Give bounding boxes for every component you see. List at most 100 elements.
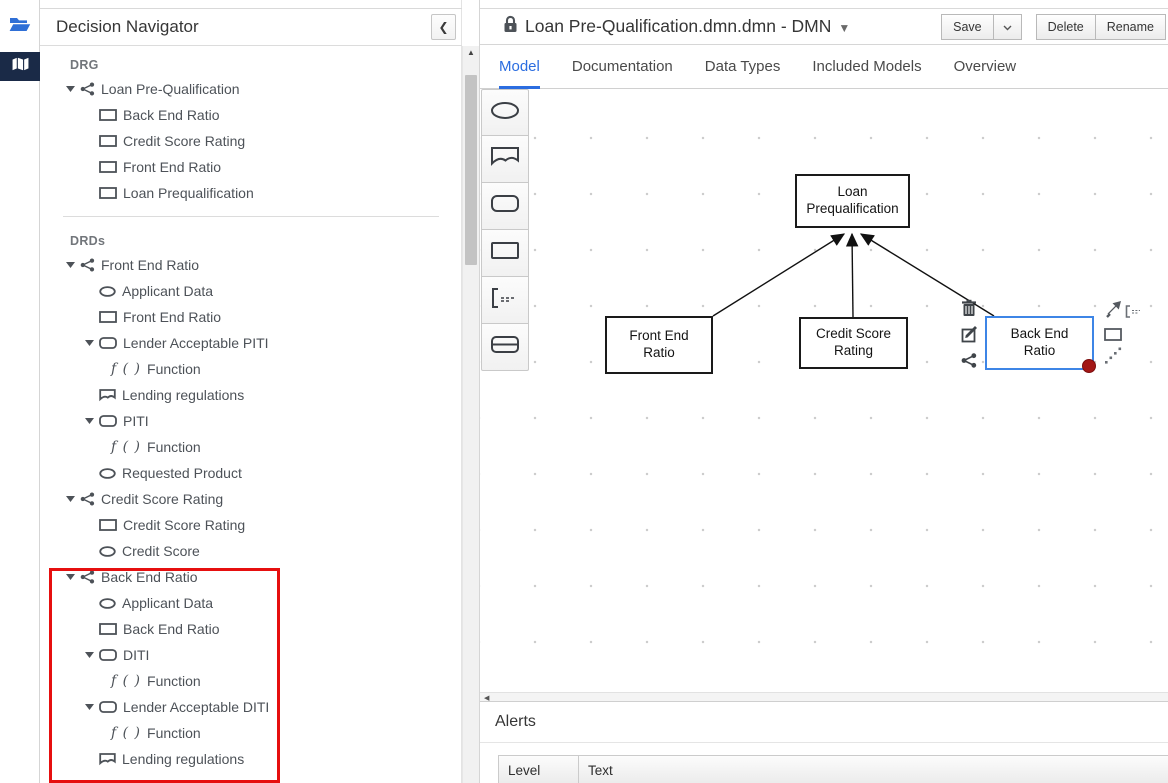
delete-button[interactable]: Delete <box>1036 14 1096 40</box>
tab-model[interactable]: Model <box>499 45 540 89</box>
tree-item-loan-prequalification[interactable]: Loan Prequalification <box>40 180 462 206</box>
dmn-diagram-canvas[interactable]: Loan Prequalification Front End Ratio Cr… <box>480 89 1168 692</box>
decision-navigator-panel: Decision Navigator ❮ DRGLoan Pre-Qualifi… <box>40 0 462 783</box>
tree-item-requested-product[interactable]: Requested Product <box>40 460 462 486</box>
tree-item-label: Back End Ratio <box>123 621 220 637</box>
input-icon <box>99 598 116 609</box>
column-header-text[interactable]: Text <box>579 756 1168 783</box>
tree-item-function[interactable]: f ( )Function <box>40 434 462 460</box>
connector-icon[interactable] <box>960 351 978 369</box>
tree-item-applicant-data[interactable]: Applicant Data <box>40 278 462 304</box>
tree-item-back-end-ratio[interactable]: Back End Ratio <box>40 616 462 642</box>
tree-item-credit-score-rating[interactable]: Credit Score Rating <box>40 512 462 538</box>
tree-item-label: Credit Score Rating <box>123 133 245 149</box>
decision-icon <box>99 187 117 199</box>
scrollbar-thumb[interactable] <box>465 75 477 265</box>
column-header-level[interactable]: Level <box>499 756 579 783</box>
scrollbar-up-arrow-icon[interactable]: ▲ <box>463 46 479 59</box>
title-chevron-down-icon[interactable]: ▼ <box>838 21 850 35</box>
tree-item-label: Loan Pre-Qualification <box>101 81 240 97</box>
lock-icon <box>503 15 518 38</box>
decision-navigator-header: Decision Navigator ❮ <box>40 8 462 46</box>
left-icon-rail <box>0 0 40 783</box>
input-icon <box>99 286 116 297</box>
tab-overview[interactable]: Overview <box>954 45 1017 89</box>
decision-icon <box>99 311 117 323</box>
decision-icon <box>99 135 117 147</box>
section-label-drds: DRDs <box>40 230 462 252</box>
tree-item-back-end-ratio[interactable]: Back End Ratio <box>40 102 462 128</box>
tree-item-label: Front End Ratio <box>101 257 199 273</box>
tree-item-lender-acceptable-diti[interactable]: Lender Acceptable DITI <box>40 694 462 720</box>
add-text-annotation-icon[interactable] <box>1125 305 1143 323</box>
node-credit-score-rating[interactable]: Credit Score Rating <box>799 317 908 369</box>
caret-down-icon[interactable] <box>66 86 80 92</box>
tree-item-label: Requested Product <box>122 465 242 481</box>
knowledge-icon <box>99 389 116 402</box>
document-title-area[interactable]: Loan Pre-Qualification.dmn.dmn - DMN ▼ <box>480 15 850 38</box>
function-icon: f ( ) <box>111 439 141 455</box>
canvas-horizontal-scrollbar[interactable]: ◀ <box>480 692 1168 701</box>
project-explorer-button[interactable] <box>0 12 40 42</box>
tree-item-label: Lender Acceptable DITI <box>123 699 269 715</box>
alerts-divider <box>480 742 1168 743</box>
tree-item-label: Applicant Data <box>122 283 213 299</box>
tree-item-lending-regulations[interactable]: Lending regulations <box>40 382 462 408</box>
document-title: Loan Pre-Qualification.dmn.dmn - DMN <box>525 16 831 37</box>
bkm-icon <box>99 701 117 713</box>
tree-item-front-end-ratio[interactable]: Front End Ratio <box>40 252 462 278</box>
tree-item-lending-regulations[interactable]: Lending regulations <box>40 746 462 772</box>
node-back-end-ratio-selected[interactable]: Back End Ratio <box>985 316 1094 370</box>
navigator-scrollbar[interactable]: ▲ <box>462 46 479 783</box>
tab-data-types[interactable]: Data Types <box>705 45 781 89</box>
caret-down-icon[interactable] <box>66 262 80 268</box>
tree-item-label: Function <box>147 673 201 689</box>
tree-item-function[interactable]: f ( )Function <box>40 668 462 694</box>
map-icon <box>11 56 30 77</box>
tree-item-label: Credit Score Rating <box>123 517 245 533</box>
bkm-icon <box>99 415 117 427</box>
dashed-connector-icon[interactable] <box>1104 347 1122 370</box>
tree-item-piti[interactable]: PITI <box>40 408 462 434</box>
graph-icon <box>80 258 95 272</box>
create-connection-arrow-icon[interactable] <box>1104 300 1122 323</box>
tree-item-credit-score-rating[interactable]: Credit Score Rating <box>40 486 462 512</box>
tree-item-label: Function <box>147 361 201 377</box>
decision-navigator-button[interactable] <box>0 52 40 81</box>
node-front-end-ratio[interactable]: Front End Ratio <box>605 316 713 374</box>
caret-down-icon[interactable] <box>85 340 99 346</box>
tree-item-function[interactable]: f ( )Function <box>40 356 462 382</box>
input-icon <box>99 468 116 479</box>
caret-down-icon[interactable] <box>85 652 99 658</box>
tree-item-back-end-ratio[interactable]: Back End Ratio <box>40 564 462 590</box>
save-button[interactable]: Save <box>941 14 994 40</box>
tab-documentation[interactable]: Documentation <box>572 45 673 89</box>
caret-down-icon[interactable] <box>85 418 99 424</box>
tree-item-credit-score-rating[interactable]: Credit Score Rating <box>40 128 462 154</box>
tab-included-models[interactable]: Included Models <box>812 45 921 89</box>
save-dropdown-button[interactable] <box>994 14 1022 40</box>
add-decision-shape-icon[interactable] <box>1104 328 1122 346</box>
editor-tabs: Model Documentation Data Types Included Mod… <box>480 45 1168 89</box>
tree-item-applicant-data[interactable]: Applicant Data <box>40 590 462 616</box>
delete-node-icon[interactable] <box>960 299 978 317</box>
alerts-panel: Alerts Level Text <box>480 701 1168 783</box>
node-loan-prequalification[interactable]: Loan Prequalification <box>795 174 910 228</box>
rename-button[interactable]: Rename <box>1096 14 1166 40</box>
tree-item-credit-score[interactable]: Credit Score <box>40 538 462 564</box>
caret-down-icon[interactable] <box>66 496 80 502</box>
caret-down-icon[interactable] <box>66 574 80 580</box>
edit-node-icon[interactable] <box>960 325 978 343</box>
tree-item-diti[interactable]: DITI <box>40 642 462 668</box>
decision-icon <box>99 623 117 635</box>
graph-icon <box>80 492 95 506</box>
tree-item-loan-pre-qualification[interactable]: Loan Pre-Qualification <box>40 76 462 102</box>
tree-item-lender-acceptable-piti[interactable]: Lender Acceptable PITI <box>40 330 462 356</box>
collapse-panel-button[interactable]: ❮ <box>431 14 456 40</box>
tree-item-front-end-ratio[interactable]: Front End Ratio <box>40 154 462 180</box>
caret-down-icon[interactable] <box>85 704 99 710</box>
tree-item-function[interactable]: f ( )Function <box>40 720 462 746</box>
tree-item-label: DITI <box>123 647 149 663</box>
tree-item-front-end-ratio[interactable]: Front End Ratio <box>40 304 462 330</box>
resize-handle[interactable] <box>1082 359 1096 373</box>
